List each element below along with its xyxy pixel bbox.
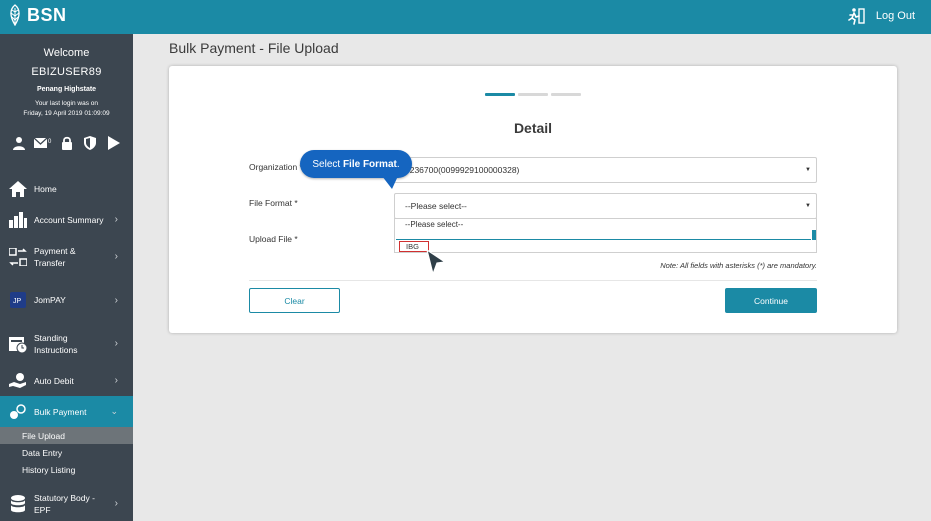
sidebar-item-payment-transfer[interactable]: Payment & Transfer › [0,235,133,278]
upload-file-label: Upload File * [249,234,298,244]
chevron-down-icon: ⌄ [110,406,118,416]
transfer-icon [8,247,28,266]
logout-label: Log Out [875,10,915,22]
last-login-time: Friday, 19 April 2019 01:09:09 [23,110,110,117]
sidebar-item-label: Home [34,183,57,194]
jompay-icon: JP [8,292,28,308]
page-title: Bulk Payment - File Upload [169,40,339,56]
sidebar-item-statutory-epf[interactable]: Statutory Body - EPF › [0,482,133,521]
brand-name: BSN [27,4,67,25]
divider [249,280,817,281]
database-icon [8,494,28,513]
logout-button[interactable]: Log Out [848,7,915,25]
tooltip-tail [382,176,398,189]
dropdown-arrow-icon: ▼ [805,167,811,173]
tooltip-emphasis: File Format [342,158,397,170]
mail-count: 0 [48,139,52,145]
form-card: Detail Organization * 6236700(0099929100… [169,66,897,333]
section-title: Detail [513,120,553,136]
sidebar-item-label: JomPAY [34,295,66,305]
chevron-right-icon: › [114,375,118,386]
welcome-text: Welcome [43,47,90,59]
quick-icons: 0 [0,134,133,152]
lock-icon[interactable] [58,134,76,152]
shield-icon[interactable] [81,134,99,152]
dropdown-arrow-icon: ▼ [805,203,811,209]
sidebar-item-standing-instructions[interactable]: Standing Instructions › [0,322,133,365]
sidebar-item-label: Auto Debit [34,375,74,386]
mouse-pointer-icon [426,248,447,276]
chevron-right-icon: › [114,214,118,225]
svg-text:JP: JP [13,298,22,305]
file-format-value: --Please select-- [405,201,467,211]
chevron-right-icon: › [114,338,118,349]
sidebar: Welcome EBIZUSER89 Penang Highstate Your… [0,34,133,521]
dropdown-option-please-select[interactable]: --Please select-- [405,220,463,229]
tooltip-suffix: . [396,158,400,170]
file-format-dropdown-list: --Please select-- IBG [394,218,817,253]
sidebar-item-account-summary[interactable]: Account Summary › [0,204,133,235]
step-1 [485,93,515,96]
profile-icon[interactable] [10,134,28,152]
submenu-item-data-entry[interactable]: Data Entry [0,444,133,461]
organization-label: Organization * [249,162,303,172]
mail-icon[interactable]: 0 [33,134,52,152]
chevron-right-icon: › [114,498,118,509]
continue-button[interactable]: Continue [725,288,817,313]
chevron-right-icon: › [114,251,118,262]
progress-steps [485,93,584,96]
branch-name: Penang Highstate [36,86,97,93]
clear-button[interactable]: Clear [249,288,340,313]
bsn-leaf-icon [10,4,20,26]
step-2 [518,93,548,96]
top-bar: BSN Log Out [0,0,931,34]
sidebar-item-label: Standing Instructions [34,332,78,355]
submenu-item-file-upload[interactable]: File Upload [0,427,133,444]
welcome-panel: Welcome EBIZUSER89 Penang Highstate Your… [0,34,133,119]
sidebar-item-label: Bulk Payment [34,406,87,417]
chevron-right-icon: › [114,294,118,306]
sidebar-item-label: Account Summary [34,214,104,225]
play-icon[interactable] [105,134,123,152]
step-3 [551,93,581,96]
username: EBIZUSER89 [31,66,102,78]
last-login: Your last login was on Friday, 19 April … [0,99,133,119]
sidebar-item-label: Payment & Transfer [34,245,76,268]
sidebar-item-bulk-payment[interactable]: Bulk Payment ⌄ [0,396,133,427]
organization-select[interactable]: 6236700(0099929100000328) ▼ [394,157,817,183]
bsn-logo[interactable]: BSN [6,4,67,26]
exit-running-icon [848,8,865,25]
hand-coin-icon [8,372,28,389]
last-login-label: Your last login was on [35,100,98,107]
file-format-label: File Format * [249,198,298,208]
sidebar-item-home[interactable]: Home [0,173,133,204]
tooltip-prefix: Select [312,158,341,170]
calendar-icon [8,335,28,353]
guide-tooltip: Select File Format. [300,150,412,178]
mandatory-note: Note: All fields with asterisks (*) are … [660,261,817,270]
bulk-payment-icon [8,403,28,420]
sidebar-item-label: Statutory Body - EPF [34,492,95,515]
organization-value: 6236700(0099929100000328) [405,165,520,175]
home-icon [8,180,28,197]
bar-chart-icon [8,211,28,228]
sidebar-item-auto-debit[interactable]: Auto Debit › [0,365,133,396]
file-format-select[interactable]: --Please select-- ▼ [394,193,817,219]
sidebar-item-jompay[interactable]: JP JomPAY › [0,278,133,322]
sidebar-nav: Home Account Summary › Payment & Transfer… [0,173,133,521]
dropdown-scrollbar[interactable] [812,230,816,240]
bulk-payment-submenu: File Upload Data Entry History Listing [0,427,133,478]
submenu-item-history-listing[interactable]: History Listing [0,461,133,478]
